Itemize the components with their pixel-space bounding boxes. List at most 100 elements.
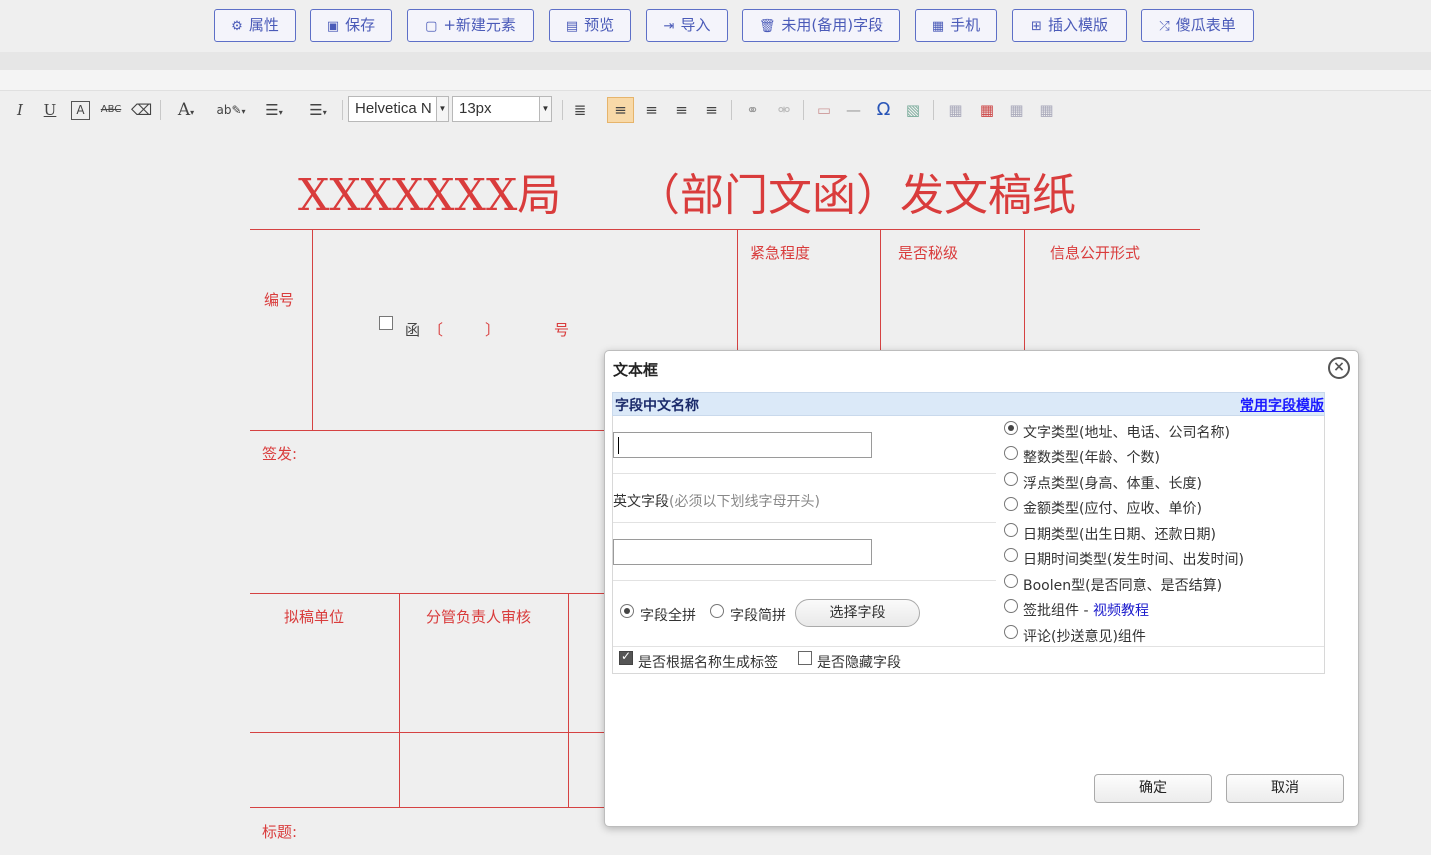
table-border	[399, 593, 400, 808]
generate-label-checkbox[interactable]	[619, 649, 633, 665]
toolbar-separator	[803, 100, 804, 120]
font-family-select[interactable]: Helvetica N ▼	[348, 96, 449, 122]
preview-icon: ▤	[565, 19, 579, 34]
type-radio-text[interactable]	[1004, 421, 1018, 435]
save-button[interactable]: ▣ 保存	[310, 9, 392, 42]
shuffle-icon: ⤮	[1159, 19, 1170, 34]
chinese-name-header: 字段中文名称	[615, 398, 699, 414]
type-radio-boolean[interactable]	[1004, 574, 1018, 588]
import-button[interactable]: ⇥ 导入	[646, 9, 728, 42]
type-label-comment: 评论(抄送意见)组件	[1023, 629, 1146, 645]
dialog-title: 文本框	[613, 361, 659, 379]
toolbar-separator	[342, 100, 343, 120]
choose-field-button[interactable]: 选择字段	[795, 599, 920, 627]
table-border	[568, 593, 569, 808]
video-tutorial-link[interactable]: 视频教程	[1093, 603, 1149, 619]
align-right-icon[interactable]: ≡	[671, 100, 692, 120]
type-radio-integer[interactable]	[1004, 446, 1018, 460]
table-border	[250, 593, 605, 594]
paragraph-format-icon[interactable]: ≣	[570, 100, 590, 120]
link-icon[interactable]: ⚭	[741, 100, 764, 120]
number-label: 编号	[264, 291, 295, 309]
type-radio-money[interactable]	[1004, 497, 1018, 511]
new-element-button[interactable]: ▢ +新建元素	[407, 9, 534, 42]
ordered-list-icon[interactable]: ☰▾	[258, 100, 290, 120]
new-document-icon: ▢	[425, 19, 438, 34]
underline-icon[interactable]: U	[41, 100, 59, 120]
type-radio-comment[interactable]	[1004, 625, 1018, 639]
editor-header-band	[0, 70, 1431, 91]
italic-icon[interactable]: I	[12, 100, 28, 120]
doc-title-left: XXXXXXX局	[298, 170, 562, 221]
text-caret	[618, 437, 619, 454]
toolbar-separator	[562, 100, 563, 120]
unlink-icon[interactable]: ⚮	[773, 100, 795, 120]
align-justify-icon[interactable]: ≡	[701, 100, 722, 120]
draft-unit-label: 拟稿单位	[284, 608, 345, 626]
unordered-list-icon[interactable]: ☰▾	[302, 100, 334, 120]
type-label-float: 浮点类型(身高、体重、长度)	[1023, 476, 1202, 492]
pinyin-short-radio[interactable]	[710, 604, 724, 618]
preview-button[interactable]: ▤ 预览	[549, 9, 631, 42]
table-border	[250, 732, 605, 733]
table-border	[880, 229, 881, 351]
reviewer-label: 分管负责人审核	[426, 608, 532, 626]
strikethrough-icon[interactable]: ABC	[100, 100, 122, 120]
table-border	[250, 807, 605, 808]
insert-row-icon[interactable]: ▦	[1006, 100, 1027, 120]
disclosure-label: 信息公开形式	[1050, 244, 1141, 262]
subject-label: 标题:	[262, 823, 298, 841]
cancel-button[interactable]: 取消	[1226, 774, 1344, 803]
hidden-field-checkbox[interactable]	[798, 651, 812, 665]
ok-button[interactable]: 确定	[1094, 774, 1212, 803]
type-radio-datetime[interactable]	[1004, 548, 1018, 562]
insert-column-icon[interactable]: ▦	[1036, 100, 1057, 120]
horizontal-line-icon[interactable]: —	[843, 100, 864, 120]
font-border-icon[interactable]: A	[71, 101, 90, 120]
image-icon[interactable]: ▭	[813, 100, 835, 120]
highlight-icon[interactable]: ab✎▾	[214, 100, 248, 120]
grid-icon: ⊞	[1031, 19, 1042, 34]
toolbar-separator	[731, 100, 732, 120]
type-label-money: 金额类型(应付、应收、单价)	[1023, 501, 1202, 517]
top-toolbar: ⚙ 属性 ▣ 保存 ▢ +新建元素 ▤ 预览 ⇥ 导入 🗑 未用(备用)字段 ▦ 手机 ⊞ 插入…	[0, 0, 1431, 52]
type-radio-date[interactable]	[1004, 523, 1018, 537]
unused-fields-button[interactable]: 🗑 未用(备用)字段	[742, 9, 900, 42]
type-radio-float[interactable]	[1004, 472, 1018, 486]
mobile-button[interactable]: ▦ 手机	[915, 9, 997, 42]
template-icon[interactable]: ▧	[902, 100, 924, 120]
trash-icon: 🗑	[758, 19, 776, 34]
table-icon[interactable]: ▦	[945, 100, 966, 120]
chevron-down-icon: ▼	[539, 97, 551, 121]
simple-form-button[interactable]: ⤮ 傻瓜表单	[1141, 9, 1254, 42]
pinyin-full-radio[interactable]	[620, 604, 634, 618]
gear-icon: ⚙	[231, 19, 243, 34]
align-center-icon[interactable]: ≡	[641, 100, 662, 120]
english-field-input[interactable]	[613, 539, 872, 565]
eraser-icon[interactable]: ⌫	[131, 100, 152, 120]
table-border	[312, 229, 313, 431]
delete-table-icon[interactable]: ▦	[976, 100, 998, 120]
letter-label: 函	[405, 321, 421, 339]
pinyin-short-label: 字段简拼	[730, 608, 786, 624]
special-char-icon[interactable]: Ω	[873, 100, 894, 120]
properties-button[interactable]: ⚙ 属性	[214, 9, 296, 42]
type-radio-signature[interactable]	[1004, 599, 1018, 613]
letter-checkbox[interactable]	[379, 316, 393, 330]
mobile-icon: ▦	[931, 19, 945, 34]
align-left-icon[interactable]: ≡	[607, 97, 634, 123]
english-field-label: 英文字段(必须以下划线字母开头)	[613, 494, 820, 510]
sign-label: 签发:	[262, 445, 298, 463]
type-label-signature: 签批组件 - 视频教程	[1023, 603, 1149, 619]
insert-template-button[interactable]: ⊞ 插入模版	[1012, 9, 1127, 42]
toolbar-separator	[160, 100, 161, 120]
field-header-row: 字段中文名称 常用字段模版	[612, 392, 1325, 416]
table-border	[250, 430, 605, 431]
chinese-name-input[interactable]	[613, 432, 872, 458]
close-icon[interactable]: ×	[1328, 357, 1350, 379]
bracket-close: 〕	[485, 321, 501, 339]
font-size-select[interactable]: 13px ▼	[452, 96, 552, 122]
doc-title-right: （部门文函）发文稿纸	[636, 170, 1076, 221]
font-color-icon[interactable]: A▾	[172, 100, 200, 120]
common-templates-link[interactable]: 常用字段模版	[1240, 395, 1324, 415]
